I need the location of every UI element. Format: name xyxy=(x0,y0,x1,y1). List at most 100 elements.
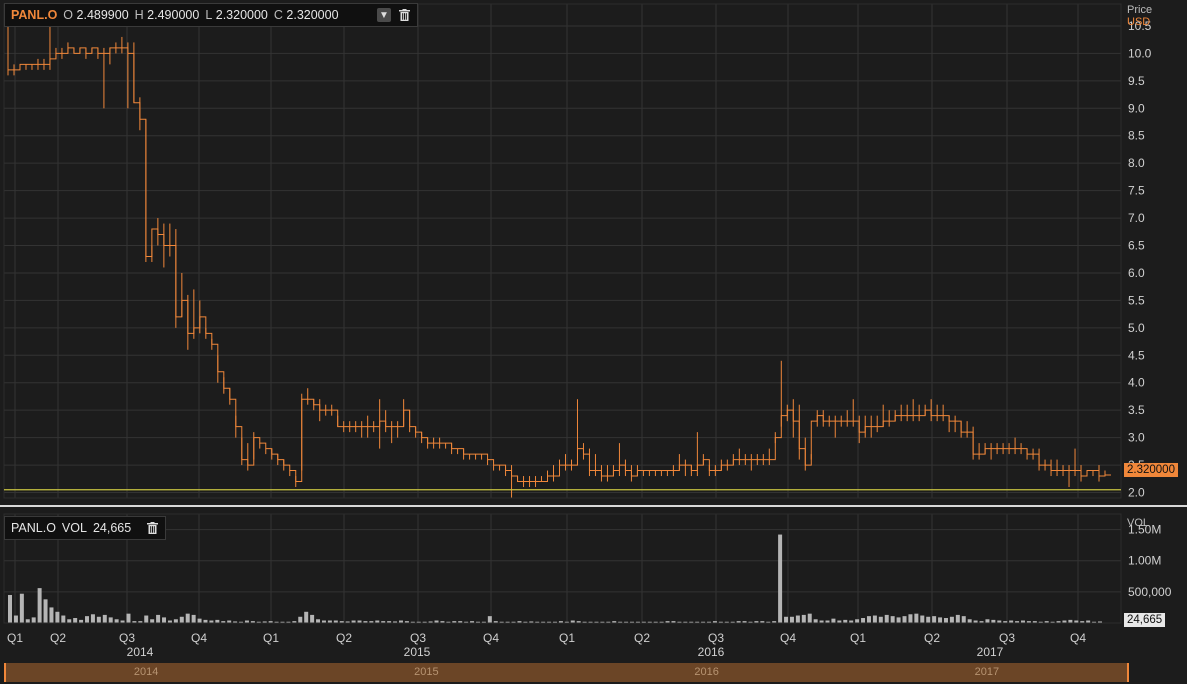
volume-grid xyxy=(4,514,1121,623)
volume-bar xyxy=(801,614,806,623)
low-value: 2.320000 xyxy=(215,8,268,22)
volume-bar xyxy=(908,614,913,623)
volume-legend: PANL.O VOL 24,665 xyxy=(4,516,166,540)
price-axis-ticks: 2.02.53.03.54.04.55.05.56.06.57.07.58.08… xyxy=(1128,19,1152,500)
open-label: O xyxy=(63,8,74,22)
low-label: L xyxy=(205,8,213,22)
volume-bar xyxy=(90,614,95,623)
volume-bar xyxy=(878,616,883,623)
volume-bar xyxy=(114,619,119,623)
quarter-tick-label: Q3 xyxy=(999,631,1015,645)
quarter-tick-label: Q4 xyxy=(1070,631,1086,645)
price-tick-label: 10.0 xyxy=(1128,46,1152,60)
volume-bar xyxy=(890,616,895,623)
pane-separator xyxy=(0,505,1187,507)
volume-bar xyxy=(144,615,149,623)
volume-bar xyxy=(789,616,794,623)
close-value: 2.320000 xyxy=(286,8,339,22)
year-tick-label: 2016 xyxy=(698,645,725,659)
volume-bar xyxy=(938,617,943,623)
navigator-year-2017: 2017 xyxy=(974,666,1000,678)
volume-bar xyxy=(896,617,901,623)
year-tick-label: 2014 xyxy=(127,645,154,659)
volume-bar xyxy=(55,611,60,623)
volume-axis-title: VOL xyxy=(1127,517,1150,529)
last-price-tag: 2.320000 xyxy=(1124,463,1178,477)
quarter-tick-label: Q1 xyxy=(263,631,279,645)
quarter-tick-label: Q2 xyxy=(336,631,352,645)
volume-bar xyxy=(872,615,877,623)
navigator-year-2015: 2015 xyxy=(414,666,439,678)
high-label: H xyxy=(134,8,144,22)
volume-tick-label: 500,000 xyxy=(1128,585,1172,599)
price-axis-title: Price USD xyxy=(1127,4,1152,28)
volume-bar xyxy=(795,615,800,623)
volume-bar xyxy=(943,618,948,623)
volume-bar xyxy=(185,613,190,623)
price-tick-label: 7.0 xyxy=(1128,211,1145,225)
year-tick-label: 2017 xyxy=(977,645,1004,659)
chevron-down-icon[interactable]: ▼ xyxy=(377,8,391,22)
chart-canvas: 2.02.53.03.54.04.55.05.56.06.57.07.58.08… xyxy=(0,3,1187,659)
quarter-tick-label: Q3 xyxy=(410,631,426,645)
volume-bar xyxy=(985,619,990,623)
quarter-tick-label: Q4 xyxy=(191,631,207,645)
volume-bar xyxy=(304,611,309,623)
volume-bar xyxy=(487,616,492,623)
time-navigator[interactable]: 2014 2015 2016 2017 xyxy=(4,663,1129,682)
price-tick-label: 5.0 xyxy=(1128,321,1145,335)
price-axis-label: Price xyxy=(1127,4,1153,16)
volume-bar xyxy=(85,616,90,623)
volume-bar xyxy=(932,616,937,623)
volume-bar xyxy=(866,616,871,623)
volume-bar xyxy=(902,616,907,623)
low-field: L 2.320000 xyxy=(205,8,268,22)
close-field: C 2.320000 xyxy=(274,8,339,22)
price-tick-label: 9.5 xyxy=(1128,74,1145,88)
volume-bar xyxy=(310,614,315,623)
volume-bar xyxy=(102,614,107,623)
price-tick-label: 3.0 xyxy=(1128,431,1145,445)
price-grid xyxy=(4,4,1121,498)
volume-bar xyxy=(807,613,812,623)
year-tick-label: 2015 xyxy=(404,645,431,659)
price-series xyxy=(7,9,1111,498)
open-value: 2.489900 xyxy=(76,8,129,22)
volume-bar xyxy=(31,617,36,623)
volume-bar xyxy=(73,618,78,623)
high-field: H 2.490000 xyxy=(135,8,200,22)
price-tick-label: 9.0 xyxy=(1128,101,1145,115)
trash-icon[interactable] xyxy=(397,8,411,22)
quarter-tick-label: Q3 xyxy=(119,631,135,645)
price-tick-label: 6.0 xyxy=(1128,266,1145,280)
price-tick-label: 7.5 xyxy=(1128,184,1145,198)
price-tick-label: 2.0 xyxy=(1128,486,1145,500)
price-legend-symbol: PANL.O xyxy=(11,8,58,22)
volume-legend-label: VOL xyxy=(61,521,87,535)
volume-bar xyxy=(949,616,954,623)
volume-bar xyxy=(191,614,196,623)
volume-bar xyxy=(861,618,866,623)
volume-bar xyxy=(778,534,783,623)
volume-bar xyxy=(43,599,48,623)
volume-bar xyxy=(49,607,54,623)
open-field: O 2.489900 xyxy=(63,8,128,22)
navigator-year-2016: 2016 xyxy=(694,666,719,678)
volume-bar xyxy=(150,619,155,623)
price-line xyxy=(8,47,1111,483)
quarter-tick-label: Q1 xyxy=(559,631,575,645)
volume-bar xyxy=(156,614,161,623)
quarter-tick-label: Q4 xyxy=(780,631,796,645)
price-tick-label: 4.5 xyxy=(1128,348,1145,362)
volume-legend-value: 24,665 xyxy=(92,521,132,535)
volume-bar xyxy=(961,616,966,623)
quarter-tick-label: Q2 xyxy=(634,631,650,645)
volume-bar xyxy=(926,616,931,623)
price-tick-label: 3.5 xyxy=(1128,403,1145,417)
price-tick-label: 6.5 xyxy=(1128,239,1145,253)
volume-series xyxy=(8,534,1102,623)
trash-icon[interactable] xyxy=(145,521,159,535)
volume-axis-ticks: 500,0001.00M1.50M xyxy=(1128,523,1172,599)
price-tick-label: 8.5 xyxy=(1128,129,1145,143)
high-value: 2.490000 xyxy=(147,8,200,22)
